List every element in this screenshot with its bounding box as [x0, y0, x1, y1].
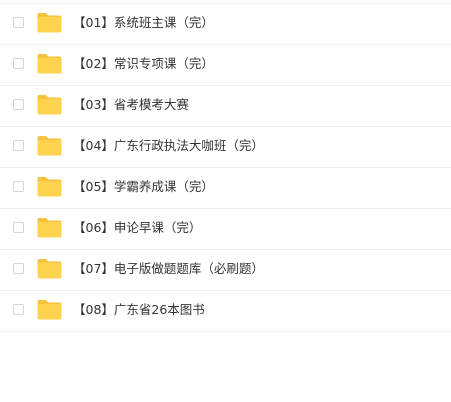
file-name[interactable]: 【02】常识专项课（完）: [73, 56, 214, 72]
row-checkbox[interactable]: [13, 181, 24, 192]
file-name[interactable]: 【01】系统班主课（完）: [73, 15, 214, 31]
row-checkbox[interactable]: [13, 222, 24, 233]
row-checkbox[interactable]: [13, 99, 24, 110]
file-row[interactable]: 【07】电子版做题题库（必刷题）: [0, 250, 451, 291]
row-checkbox[interactable]: [13, 58, 24, 69]
file-list: 【01】系统班主课（完） 【02】常识专项课（完） 【03】省考模考大赛 【04…: [0, 0, 451, 332]
file-row[interactable]: 【01】系统班主课（完）: [0, 4, 451, 45]
folder-icon: [37, 13, 62, 33]
file-name[interactable]: 【04】广东行政执法大咖班（完）: [73, 138, 264, 154]
folder-icon: [37, 54, 62, 74]
folder-icon: [37, 177, 62, 197]
file-row[interactable]: 【02】常识专项课（完）: [0, 45, 451, 86]
row-checkbox[interactable]: [13, 140, 24, 151]
file-name[interactable]: 【07】电子版做题题库（必刷题）: [73, 261, 264, 277]
file-row[interactable]: 【05】学霸养成课（完）: [0, 168, 451, 209]
row-checkbox[interactable]: [13, 17, 24, 28]
folder-icon: [37, 136, 62, 156]
file-row[interactable]: 【04】广东行政执法大咖班（完）: [0, 127, 451, 168]
file-name[interactable]: 【06】申论早课（完）: [73, 220, 201, 236]
file-row[interactable]: 【03】省考模考大赛: [0, 86, 451, 127]
file-name[interactable]: 【08】广东省26本图书: [73, 302, 205, 318]
folder-icon: [37, 300, 62, 320]
file-row[interactable]: 【08】广东省26本图书: [0, 291, 451, 332]
file-name[interactable]: 【05】学霸养成课（完）: [73, 179, 214, 195]
row-checkbox[interactable]: [13, 304, 24, 315]
row-checkbox[interactable]: [13, 263, 24, 274]
folder-icon: [37, 218, 62, 238]
file-name[interactable]: 【03】省考模考大赛: [73, 97, 189, 113]
folder-icon: [37, 95, 62, 115]
file-row[interactable]: 【06】申论早课（完）: [0, 209, 451, 250]
file-rows: 【01】系统班主课（完） 【02】常识专项课（完） 【03】省考模考大赛 【04…: [0, 4, 451, 332]
folder-icon: [37, 259, 62, 279]
